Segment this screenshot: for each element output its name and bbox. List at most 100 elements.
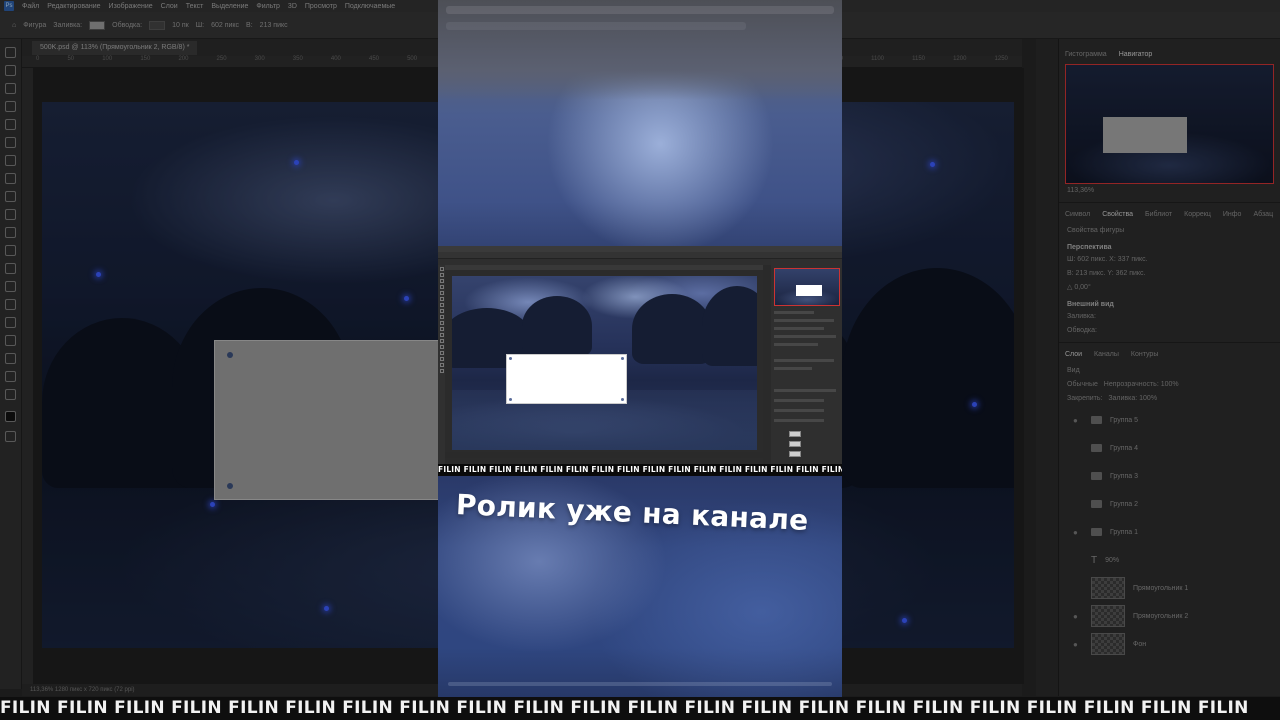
mini-handle [509, 357, 512, 360]
mini-tree [632, 294, 712, 364]
foreground-color-icon[interactable] [5, 411, 16, 422]
home-icon[interactable]: ⌂ [12, 22, 16, 29]
menu-item[interactable]: Изображение [109, 3, 153, 10]
stroke-row[interactable]: Обводка: [1059, 324, 1280, 338]
layer-row[interactable]: Группа 3 [1059, 462, 1280, 490]
navigator-preview[interactable] [1065, 64, 1274, 184]
move-tool-icon[interactable] [5, 47, 16, 58]
particle [404, 296, 409, 301]
particle [902, 618, 907, 623]
visibility-eye-icon[interactable]: ● [1073, 612, 1083, 621]
pen-tool-icon[interactable] [5, 299, 16, 310]
tab-paragraph[interactable]: Абзац [1253, 211, 1273, 218]
zoom-tool-icon[interactable] [5, 389, 16, 400]
fill-field: Заливка: 100% [1108, 395, 1158, 402]
tab-info[interactable]: Инфо [1223, 211, 1242, 218]
layer-row[interactable]: ● Фон [1059, 630, 1280, 658]
path-select-tool-icon[interactable] [5, 335, 16, 346]
menu-item[interactable]: Выделение [211, 3, 248, 10]
document-tab[interactable]: 500K.psd @ 113% (Прямоугольник 2, RGB/8)… [32, 41, 198, 55]
menu-item[interactable]: Файл [22, 3, 39, 10]
gradient-tool-icon[interactable] [5, 245, 16, 256]
menu-item[interactable]: Фильтр [256, 3, 280, 10]
eyedropper-tool-icon[interactable] [5, 137, 16, 148]
fill-label: Заливка: [53, 21, 83, 29]
visibility-eye-icon[interactable]: ● [1073, 640, 1083, 649]
quick-mask-icon[interactable] [5, 431, 16, 442]
magic-wand-tool-icon[interactable] [5, 101, 16, 112]
stroke-width-field[interactable]: 10 пк [172, 22, 189, 29]
tab-histogram[interactable]: Гистограмма [1065, 51, 1107, 58]
zoom-level[interactable]: 113,36% [1059, 184, 1280, 198]
height-y-row[interactable]: В: 213 пикс. Y: 362 пикс. [1059, 267, 1280, 281]
tab-layers[interactable]: Слои [1065, 351, 1082, 358]
fill-row[interactable]: Заливка: [1059, 310, 1280, 324]
video-frame: Ps Файл Редактирование Изображение Слои … [0, 0, 1280, 720]
rectangle-tool-icon[interactable] [5, 353, 16, 364]
blurred-toolbar [438, 0, 842, 100]
brush-tool-icon[interactable] [5, 173, 16, 184]
ruler-left [22, 68, 34, 684]
rectangle-shape[interactable] [214, 340, 440, 500]
eraser-tool-icon[interactable] [5, 227, 16, 238]
menu-item[interactable]: Слои [161, 3, 178, 10]
appearance-section[interactable]: Внешний вид [1059, 295, 1280, 310]
hand-tool-icon[interactable] [5, 371, 16, 382]
type-tool-icon[interactable] [5, 317, 16, 328]
angle-row[interactable]: △ 0,00° [1059, 281, 1280, 295]
width-x-row[interactable]: Ш: 602 пикс. X: 337 пикс. [1059, 253, 1280, 267]
tab-navigator[interactable]: Навигатор [1119, 51, 1153, 58]
corner-handle[interactable] [227, 483, 233, 489]
shape-mode-select[interactable]: Фигура [23, 22, 46, 29]
tab-adjustments[interactable]: Коррекц [1184, 211, 1211, 218]
tab-libraries[interactable]: Библиот [1145, 211, 1172, 218]
height-field[interactable]: 213 пикс [260, 22, 288, 29]
particle [972, 402, 977, 407]
history-brush-tool-icon[interactable] [5, 209, 16, 220]
blurred-bar [446, 22, 746, 30]
crop-tool-icon[interactable] [5, 119, 16, 130]
menu-item[interactable]: Текст [186, 3, 204, 10]
layer-filter[interactable]: Вид [1059, 364, 1280, 378]
menu-item[interactable]: 3D [288, 3, 297, 10]
width-field[interactable]: 602 пикс [211, 22, 239, 29]
lasso-tool-icon[interactable] [5, 83, 16, 94]
menu-item[interactable]: Редактирование [47, 3, 100, 10]
layer-thumbnail [1091, 577, 1125, 599]
visibility-eye-icon[interactable]: ● [1073, 416, 1083, 425]
properties-tabs: Символ Свойства Библиот Коррекц Инфо Абз… [1059, 207, 1280, 224]
healing-tool-icon[interactable] [5, 155, 16, 166]
tab-channels[interactable]: Каналы [1094, 351, 1119, 358]
mini-tool-icon [439, 357, 444, 361]
visibility-eye-icon[interactable]: ● [1073, 528, 1083, 537]
blur-tool-icon[interactable] [5, 263, 16, 274]
corner-handle[interactable] [227, 352, 233, 358]
stroke-swatch[interactable] [149, 20, 166, 30]
mini-line [774, 419, 824, 422]
height-label: В: [246, 21, 253, 29]
layer-row[interactable]: Группа 2 [1059, 490, 1280, 518]
lock-row[interactable]: Закрепить: Заливка: 100% [1059, 392, 1280, 406]
tab-character[interactable]: Символ [1065, 211, 1090, 218]
layer-name: Фон [1133, 640, 1147, 648]
transform-section[interactable]: Перспектива [1059, 238, 1280, 253]
layer-row[interactable]: Прямоугольник 1 [1059, 574, 1280, 602]
particle [210, 502, 215, 507]
stamp-tool-icon[interactable] [5, 191, 16, 202]
menu-item[interactable]: Подключаемые [345, 3, 395, 10]
marquee-tool-icon[interactable] [5, 65, 16, 76]
filin-ticker: FILIN FILIN FILIN FILIN FILIN FILIN FILI… [438, 464, 842, 476]
tab-properties[interactable]: Свойства [1102, 211, 1133, 218]
layer-row[interactable]: ● Группа 1 [1059, 518, 1280, 546]
layer-row[interactable]: T 90% [1059, 546, 1280, 574]
right-panels: Гистограмма Навигатор 113,36% Символ Сво… [1058, 39, 1280, 696]
mini-line [774, 389, 836, 392]
menu-item[interactable]: Просмотр [305, 3, 337, 10]
blend-mode-select[interactable]: Обычные Непрозрачность: 100% [1059, 378, 1280, 392]
dodge-tool-icon[interactable] [5, 281, 16, 292]
tab-paths[interactable]: Контуры [1131, 351, 1158, 358]
layer-row[interactable]: ● Группа 5 [1059, 406, 1280, 434]
fill-swatch[interactable] [89, 20, 106, 30]
layer-row[interactable]: Группа 4 [1059, 434, 1280, 462]
layer-row[interactable]: ● Прямоугольник 2 [1059, 602, 1280, 630]
